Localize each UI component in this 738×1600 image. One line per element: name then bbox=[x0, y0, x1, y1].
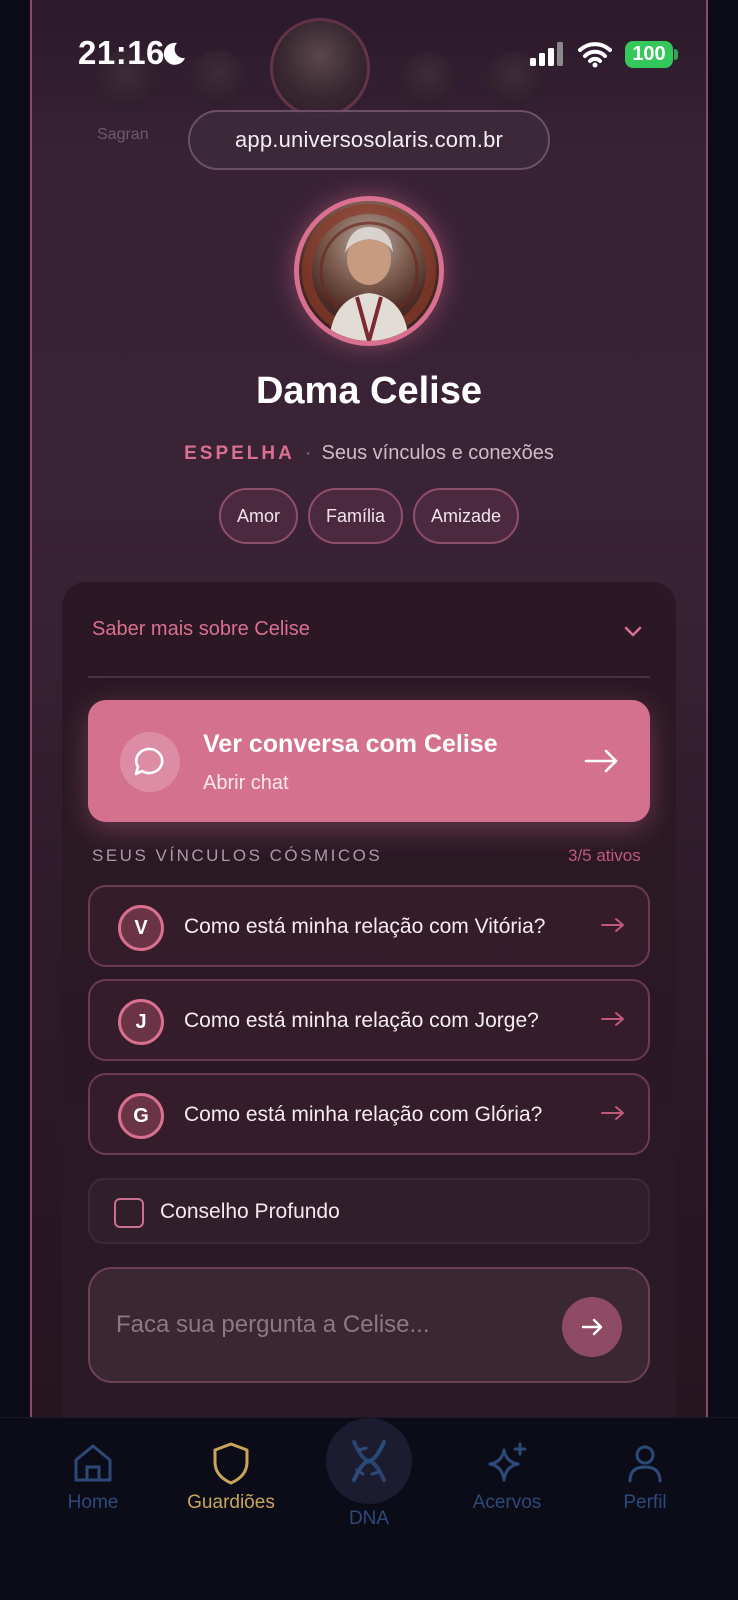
status-time: 21:16 bbox=[78, 34, 165, 71]
guardian-category: ESPELHA bbox=[184, 443, 295, 464]
nav-label: Home bbox=[67, 1492, 119, 1513]
question-input[interactable]: Faca sua pergunta a Celise... bbox=[88, 1267, 650, 1383]
divider bbox=[88, 676, 650, 678]
link-question: Como está minha relação com Jorge? bbox=[184, 1009, 539, 1032]
battery-indicator: 100 bbox=[625, 41, 673, 68]
link-initial: J bbox=[118, 999, 164, 1045]
status-bar: 21:16 100 bbox=[0, 0, 738, 110]
link-question: Como está minha relação com Glória? bbox=[184, 1103, 543, 1126]
nav-label: Guardiões bbox=[187, 1492, 275, 1513]
signal-icon bbox=[530, 42, 563, 66]
arrow-right-icon bbox=[584, 749, 618, 773]
nav-dna[interactable] bbox=[326, 1418, 412, 1504]
arrow-right-icon bbox=[601, 918, 625, 932]
deep-advice-label: Conselho Profundo bbox=[160, 1200, 340, 1223]
sparkle-icon bbox=[488, 1442, 527, 1482]
portrait-illustration bbox=[302, 204, 436, 341]
user-icon bbox=[628, 1445, 662, 1483]
active-count: 3/5 ativos bbox=[568, 846, 641, 865]
nav-guardioes[interactable]: Guardiões bbox=[166, 1440, 296, 1514]
link-item-gloria[interactable]: G Como está minha relação com Glória? bbox=[88, 1073, 650, 1155]
question-placeholder: Faca sua pergunta a Celise... bbox=[116, 1311, 430, 1338]
battery-tip bbox=[674, 49, 678, 60]
arrow-right-icon bbox=[601, 1012, 625, 1026]
url-bar[interactable]: app.universosolaris.com.br bbox=[188, 110, 550, 170]
link-item-vitoria[interactable]: V Como está minha relação com Vitória? bbox=[88, 885, 650, 967]
separator-dot: · bbox=[304, 442, 312, 464]
guardian-name: Dama Celise bbox=[255, 370, 482, 412]
home-icon bbox=[74, 1444, 112, 1482]
send-button[interactable] bbox=[562, 1297, 622, 1357]
guardian-subtitle: ESPELHA · Seus vínculos e conexões bbox=[0, 442, 738, 465]
send-arrow-icon bbox=[581, 1318, 603, 1336]
dna-icon bbox=[352, 1440, 386, 1482]
shield-icon bbox=[213, 1442, 249, 1485]
nav-label: Perfil bbox=[623, 1492, 667, 1513]
guardian-description: Seus vínculos e conexões bbox=[321, 442, 554, 464]
nav-label-dna: DNA bbox=[348, 1508, 390, 1529]
nav-home[interactable]: Home bbox=[28, 1440, 158, 1514]
link-item-jorge[interactable]: J Como está minha relação com Jorge? bbox=[88, 979, 650, 1061]
nav-label: Acervos bbox=[472, 1492, 542, 1513]
link-initial: V bbox=[118, 905, 164, 951]
guardian-avatar bbox=[294, 196, 444, 346]
nav-perfil[interactable]: Perfil bbox=[580, 1440, 710, 1514]
more-about-toggle[interactable]: Saber mais sobre Celise bbox=[92, 618, 310, 641]
tag-amor[interactable]: Amor bbox=[218, 488, 298, 544]
section-label: SEUS VÍNCULOS CÓSMICOS bbox=[92, 846, 383, 865]
tag-familia[interactable]: Família bbox=[307, 488, 403, 544]
moon-icon bbox=[163, 42, 185, 65]
deep-advice-checkbox[interactable] bbox=[114, 1198, 144, 1228]
view-chat-subtitle: Abrir chat bbox=[203, 772, 289, 794]
carousel-label: Sagran bbox=[97, 126, 149, 143]
chat-bubble-icon bbox=[120, 732, 180, 792]
view-chat-title: Ver conversa com Celise bbox=[203, 730, 498, 758]
wifi-icon bbox=[578, 42, 612, 68]
link-question: Como está minha relação com Vitória? bbox=[184, 915, 546, 938]
nav-acervos[interactable]: Acervos bbox=[442, 1440, 572, 1514]
arrow-right-icon bbox=[601, 1106, 625, 1120]
guardian-tags: Amor Família Amizade bbox=[0, 488, 738, 544]
deep-advice-option[interactable]: Conselho Profundo bbox=[88, 1178, 650, 1244]
chevron-down-icon[interactable] bbox=[622, 620, 644, 642]
link-initial: G bbox=[118, 1093, 164, 1139]
tag-amizade[interactable]: Amizade bbox=[413, 488, 520, 544]
